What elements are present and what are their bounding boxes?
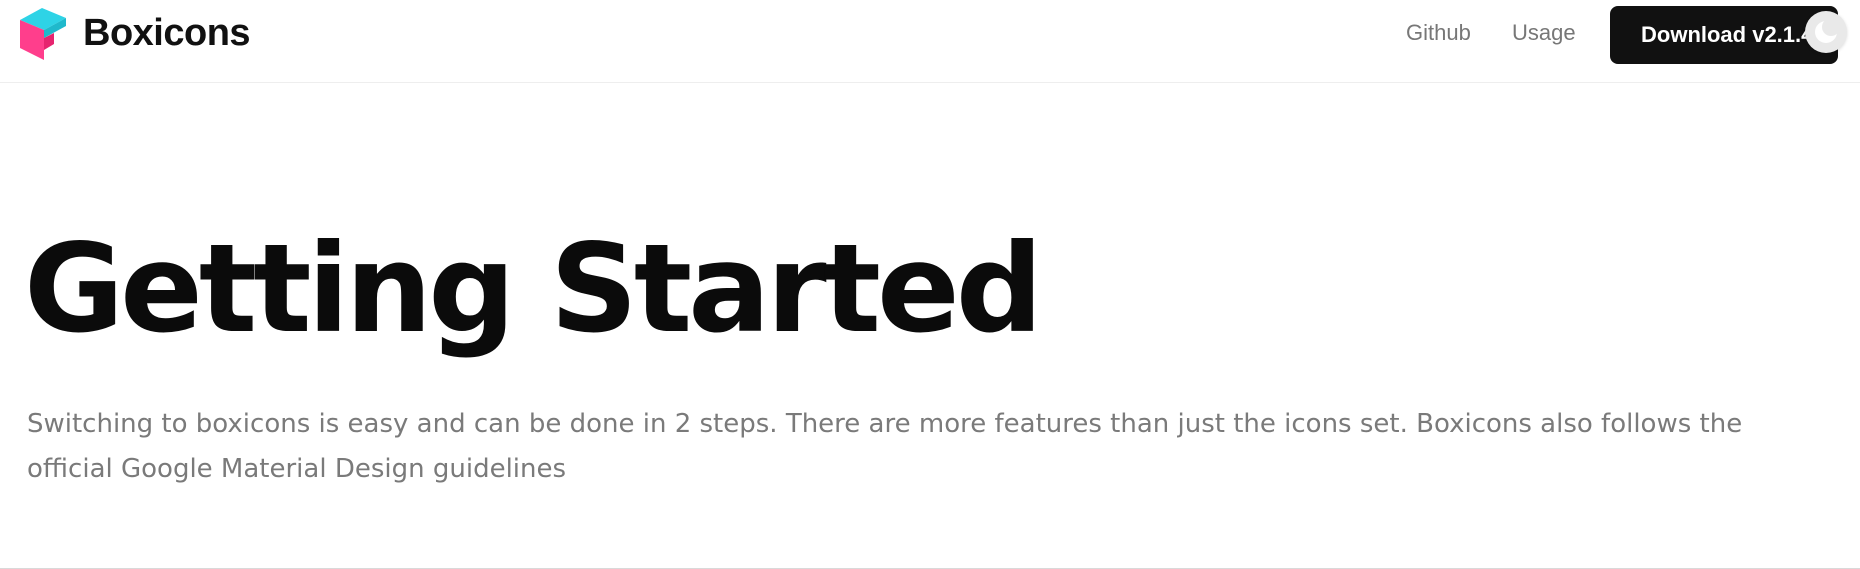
brand-link[interactable]: Boxicons bbox=[18, 5, 251, 61]
theme-toggle-button[interactable] bbox=[1805, 11, 1847, 53]
nav-link-usage[interactable]: Usage bbox=[1512, 20, 1576, 46]
boxicons-logo-icon bbox=[20, 8, 66, 60]
top-navbar: Boxicons Github Usage Download v2.1.4 bbox=[0, 0, 1860, 83]
download-button[interactable]: Download v2.1.4 bbox=[1610, 6, 1838, 64]
brand-name: Boxicons bbox=[83, 11, 251, 54]
nav-link-github[interactable]: Github bbox=[1406, 20, 1471, 46]
moon-icon bbox=[1815, 18, 1840, 43]
page-description: Switching to boxicons is easy and can be… bbox=[27, 409, 1743, 484]
page-title: Getting Started bbox=[24, 218, 1043, 360]
